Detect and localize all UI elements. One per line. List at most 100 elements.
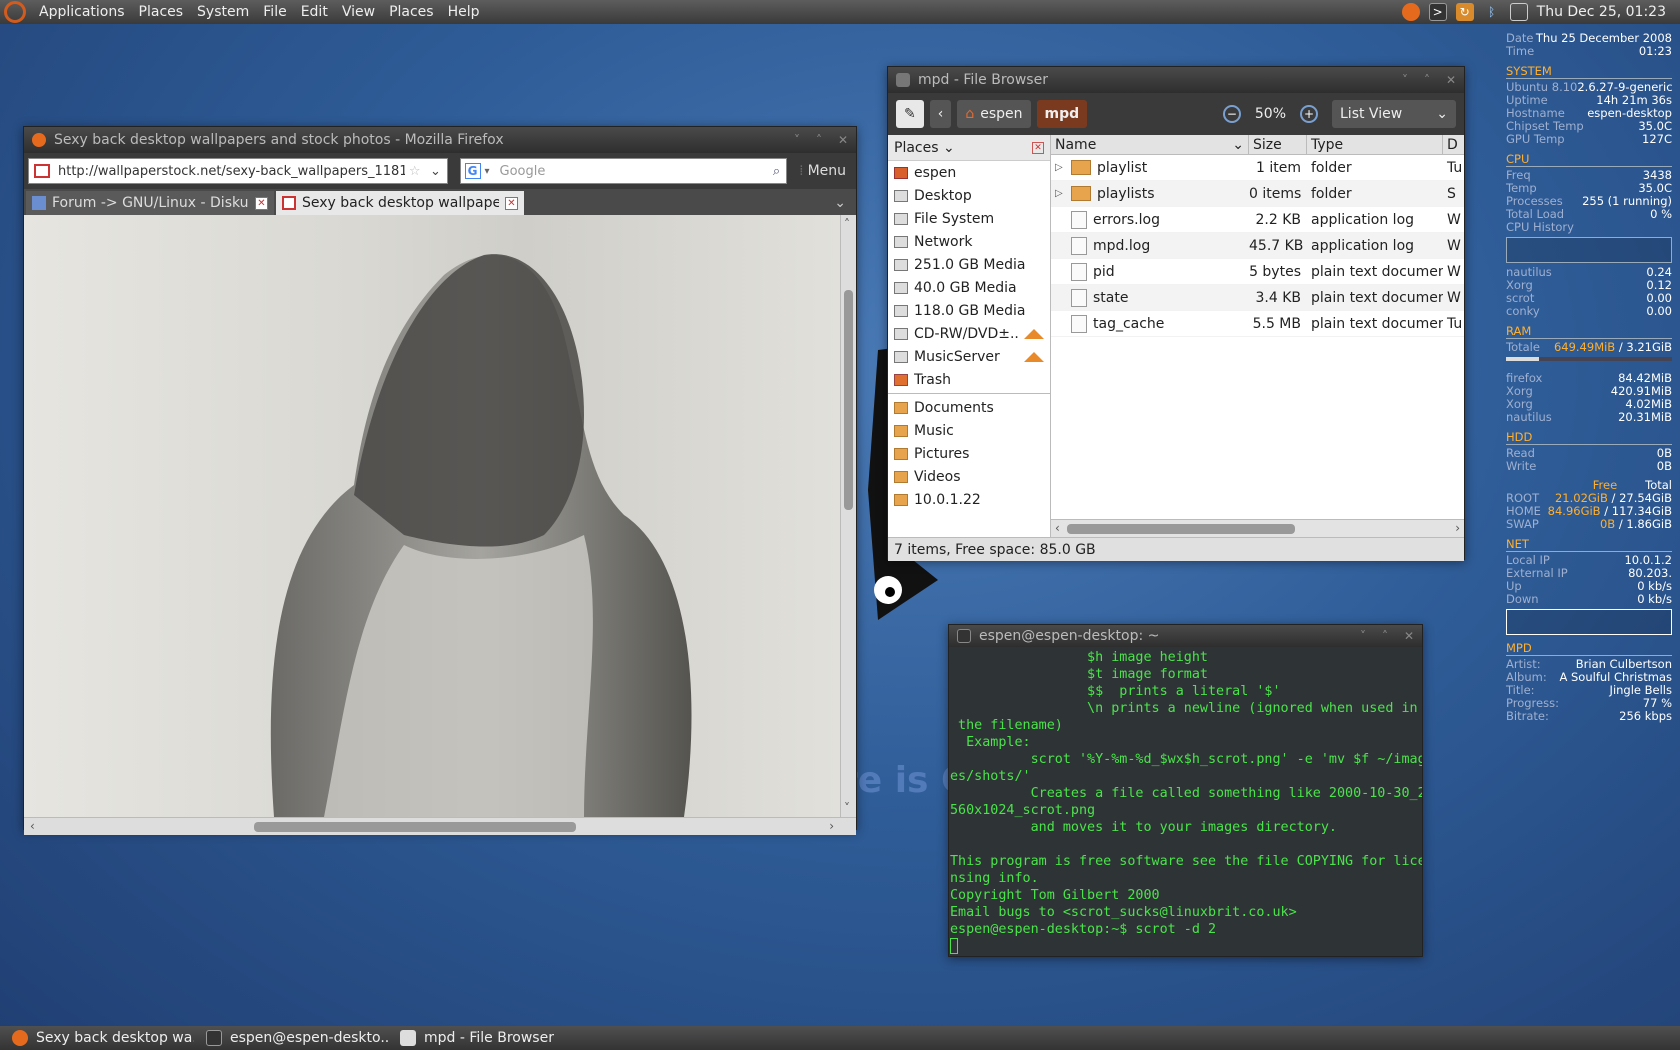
expander-icon[interactable]: ▷ [1055,162,1065,173]
firefox-window[interactable]: Sexy back desktop wallpapers and stock p… [23,126,857,835]
menu-view[interactable]: View [335,4,382,20]
path-button-mpd[interactable]: mpd [1036,100,1088,128]
close-button[interactable]: ✕ [1446,73,1456,87]
close-button[interactable]: ✕ [1404,629,1414,643]
file-browser-window[interactable]: mpd - File Browser ˅ ˄ ✕ ✎ ‹ ⌂ espen mpd … [887,66,1465,561]
url-text[interactable]: http://wallpaperstock.net/sexy-back_wall… [58,164,405,179]
menu-applications[interactable]: Applications [32,4,132,20]
file-row[interactable]: errors.log 2.2 KB application log W [1051,207,1464,233]
scroll-left-icon[interactable]: ‹ [1055,521,1060,535]
path-back-button[interactable]: ‹ [929,100,952,128]
sidebar-item-cdrw[interactable]: CD-RW/DVD±... [888,322,1050,345]
close-button[interactable]: ✕ [838,133,848,147]
scroll-down-icon[interactable]: ˅ [844,801,850,815]
maximize-button[interactable]: ˄ [1382,629,1388,643]
maximize-button[interactable]: ˄ [816,133,822,147]
column-header-name[interactable]: Name ⌄ [1051,135,1249,154]
sidebar-item-desktop[interactable]: Desktop [888,184,1050,207]
vertical-scrollbar[interactable]: ˄ ˅ [840,215,856,817]
firefox-icon[interactable] [1401,3,1420,21]
maximize-button[interactable]: ˄ [1424,73,1430,87]
column-header-date[interactable]: D [1443,135,1464,154]
tab-wallpapers[interactable]: Sexy back desktop wallpaper... ✕ [276,191,524,215]
bluetooth-icon[interactable]: ᛒ [1483,3,1501,21]
file-row[interactable]: tag_cache 5.5 MB plain text document Tu [1051,311,1464,337]
tab-list-chevron-icon[interactable]: ⌄ [824,195,856,215]
minimize-button[interactable]: ˅ [794,133,800,147]
firefox-titlebar[interactable]: Sexy back desktop wallpapers and stock p… [24,127,856,153]
terminal-titlebar[interactable]: espen@espen-desktop: ~ ˅ ˄ ✕ [949,625,1422,647]
zoom-out-icon[interactable]: − [1222,105,1241,123]
close-tab-icon[interactable]: ✕ [505,196,518,210]
menu-places-2[interactable]: Places [382,4,441,20]
taskbar-item-terminal[interactable]: espen@espen-deskto... [194,1030,388,1046]
file-row[interactable]: state 3.4 KB plain text document W [1051,285,1464,311]
scroll-right-icon[interactable]: › [829,819,834,833]
sidebar-item-videos[interactable]: Videos [888,465,1050,488]
sidebar-item-espen[interactable]: espen [888,161,1050,184]
ubuntu-logo-icon[interactable] [4,1,26,23]
sidebar-item-music[interactable]: Music [888,419,1050,442]
close-sidebar-icon[interactable]: ✕ [1032,141,1044,154]
expander-icon[interactable]: ▷ [1055,188,1065,199]
url-dropdown-icon[interactable]: ⌄ [425,164,447,179]
scroll-up-icon[interactable]: ˄ [844,217,850,231]
taskbar-item-file-browser[interactable]: mpd - File Browser [388,1030,582,1046]
sidebar-item-trash[interactable]: Trash [888,368,1050,391]
tab-forum[interactable]: Forum -> GNU/Linux - Disku... ✕ [26,191,274,215]
file-row[interactable]: ▷ playlist 1 item folder Tu [1051,155,1464,181]
terminal-output[interactable]: $h image height $t image format $$ print… [949,647,1422,956]
page-content[interactable]: ˄ ˅ [24,215,856,817]
eject-icon[interactable] [1024,351,1044,362]
file-list-hscrollbar[interactable]: ‹ › [1051,519,1464,537]
update-icon[interactable]: ↻ [1455,3,1474,21]
sidebar-item-pictures[interactable]: Pictures [888,442,1050,465]
search-icon[interactable]: ⌕ [773,164,786,179]
column-header-size[interactable]: Size [1249,135,1307,154]
file-row[interactable]: ▷ playlists 0 items folder S [1051,181,1464,207]
sidebar-item-musicserver[interactable]: MusicServer [888,345,1050,368]
sidebar-item-media-251[interactable]: 251.0 GB Media [888,253,1050,276]
clock[interactable]: Thu Dec 25, 01:23 [1537,4,1666,20]
menu-system[interactable]: System [190,4,256,20]
close-tab-icon[interactable]: ✕ [255,196,268,210]
menu-edit[interactable]: Edit [294,4,335,20]
sidebar-header[interactable]: Places ⌄ ✕ [888,135,1050,161]
menu-file[interactable]: File [256,4,293,20]
horizontal-scrollbar[interactable]: ‹ › [24,817,856,835]
sidebar-item-documents[interactable]: Documents [888,396,1050,419]
eject-icon[interactable] [1024,328,1044,339]
terminal-icon[interactable]: > [1428,3,1447,21]
column-header-type[interactable]: Type [1307,135,1443,154]
path-button-espen[interactable]: ⌂ espen [957,100,1031,128]
minimize-button[interactable]: ˅ [1402,73,1408,87]
sidebar-item-10-0-1-22[interactable]: 10.0.1.22 [888,488,1050,511]
file-browser-titlebar[interactable]: mpd - File Browser ˅ ˄ ✕ [888,67,1464,93]
file-list-scroll-thumb[interactable] [1067,524,1295,534]
google-engine-icon[interactable]: G [464,163,481,179]
sidebar-item-media-118[interactable]: 118.0 GB Media [888,299,1050,322]
edit-location-button[interactable]: ✎ [896,100,924,128]
scroll-left-icon[interactable]: ‹ [30,819,35,833]
horizontal-scroll-thumb[interactable] [254,822,576,832]
file-row[interactable]: mpd.log 45.7 KB application log W [1051,233,1464,259]
scroll-right-icon[interactable]: › [1455,521,1460,535]
zoom-in-icon[interactable]: + [1300,105,1318,123]
vertical-scroll-thumb[interactable] [844,290,853,510]
search-input[interactable]: Google [490,164,773,179]
view-mode-select[interactable]: List View ⌄ [1332,100,1456,128]
terminal-window[interactable]: espen@espen-desktop: ~ ˅ ˄ ✕ $h image he… [948,624,1423,957]
url-bar[interactable]: http://wallpaperstock.net/sexy-back_wall… [28,158,448,184]
menu-help[interactable]: Help [441,4,487,20]
sidebar-item-media-40[interactable]: 40.0 GB Media [888,276,1050,299]
search-bar[interactable]: G ▾ Google ⌕ [459,158,788,184]
taskbar-item-firefox[interactable]: Sexy back desktop wa... [0,1030,194,1046]
menu-button[interactable]: Menu [808,163,852,179]
menu-places[interactable]: Places [132,4,191,20]
sidebar-item-file-system[interactable]: File System [888,207,1050,230]
bookmark-star-icon[interactable]: ☆ [405,164,425,179]
sidebar-item-network[interactable]: Network [888,230,1050,253]
window-list-icon[interactable] [1509,3,1528,21]
minimize-button[interactable]: ˅ [1360,629,1366,643]
file-row[interactable]: pid 5 bytes plain text document W [1051,259,1464,285]
